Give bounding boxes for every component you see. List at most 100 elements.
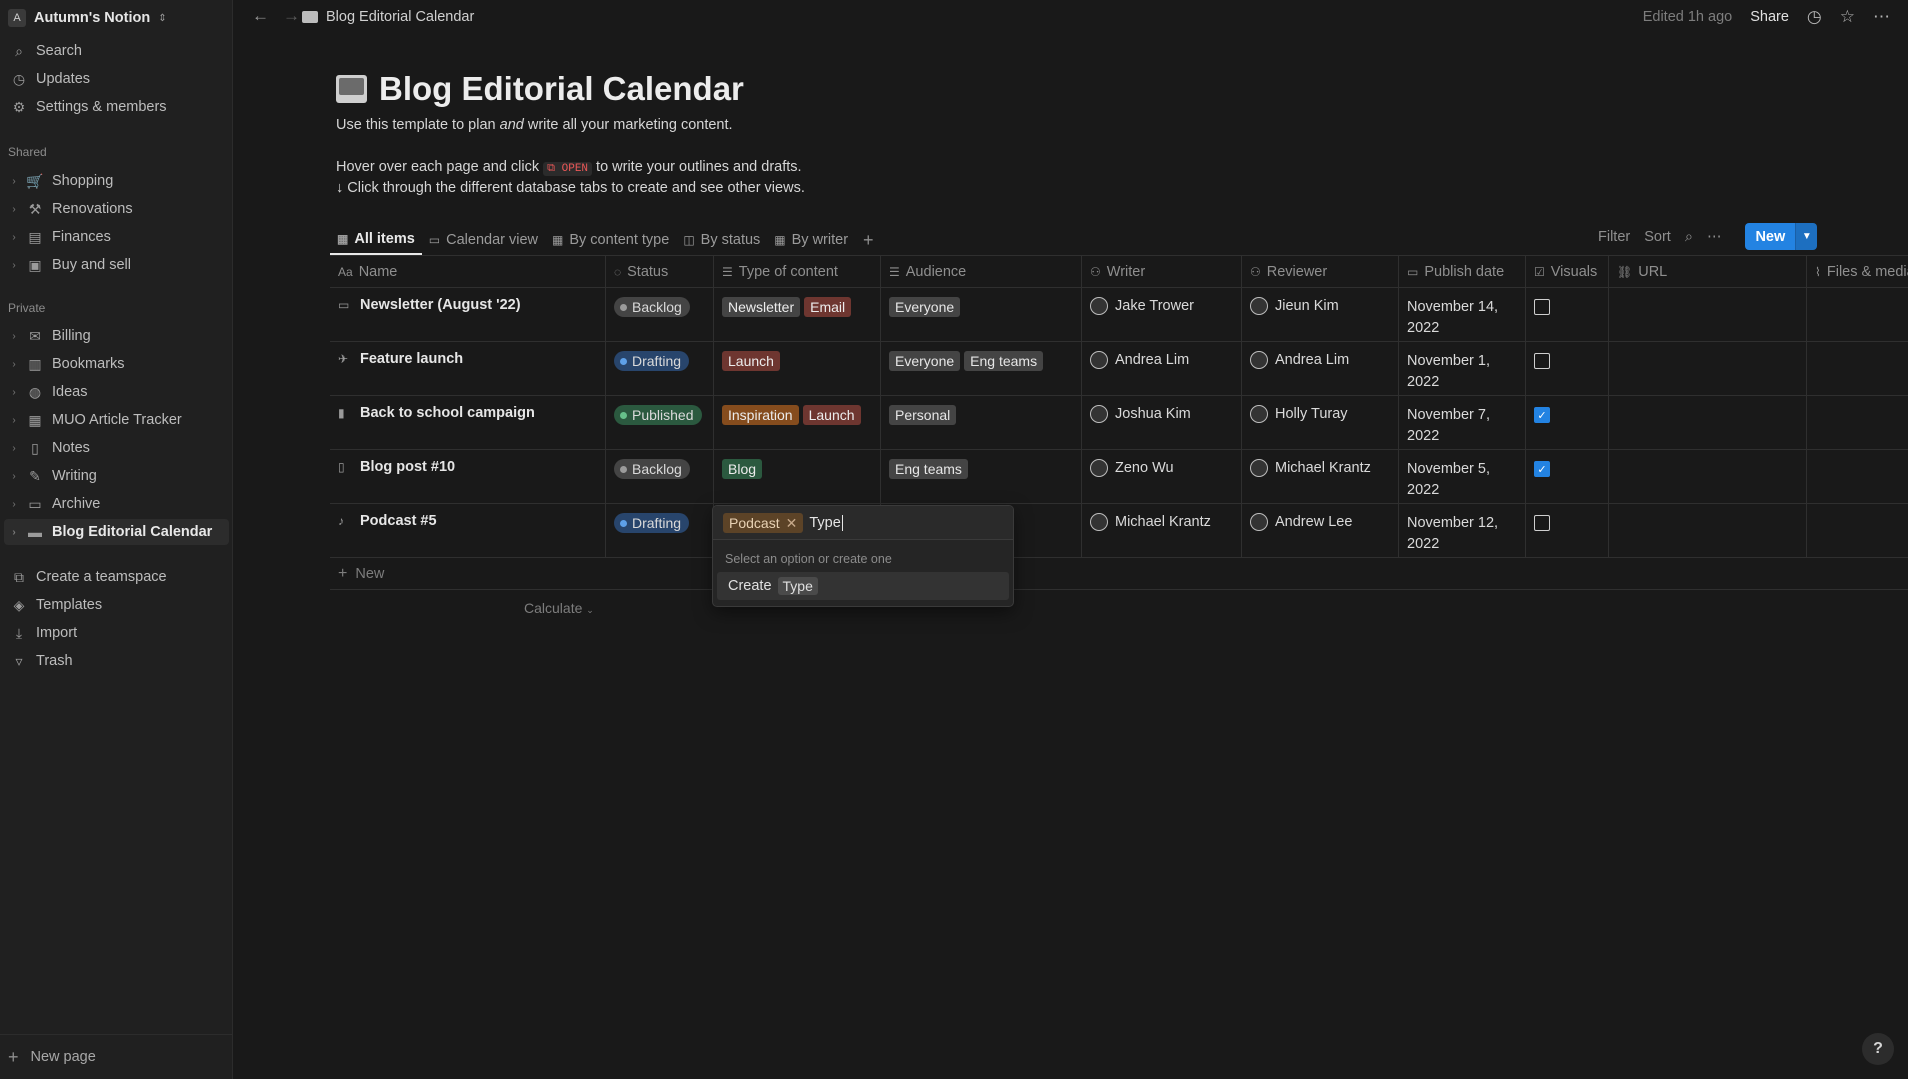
sidebar-item-ideas[interactable]: › ◍ Ideas — [0, 379, 233, 405]
table-row[interactable]: ✈ Feature launch Drafting Launch Everyone Eng… — [330, 342, 1908, 396]
publish-date-cell[interactable]: November 12, 2022 — [1399, 504, 1526, 558]
reviewer-cell[interactable]: Andrew Lee — [1242, 504, 1399, 558]
type-of-content-cell[interactable]: Blog — [714, 450, 881, 504]
chevron-right-icon[interactable]: › — [10, 359, 18, 370]
column-header-url[interactable]: ⛓ URL — [1609, 256, 1807, 288]
help-button[interactable]: ? — [1862, 1033, 1894, 1065]
back-arrow-icon[interactable]: ← — [252, 6, 269, 26]
chevron-right-icon[interactable]: › — [10, 527, 18, 538]
create-option[interactable]: Create Type — [717, 572, 1009, 600]
row-title[interactable]: Newsletter (August '22) — [360, 297, 521, 342]
name-cell[interactable]: ▯ Blog post #10 — [330, 450, 606, 504]
table-row[interactable]: ▭ Newsletter (August '22) Backlog Newslette… — [330, 288, 1908, 342]
url-cell[interactable] — [1609, 450, 1807, 504]
sidebar-item-blog-editorial-calendar[interactable]: › ▬ Blog Editorial Calendar — [4, 519, 229, 545]
chevron-right-icon[interactable]: › — [10, 204, 18, 215]
add-view-icon[interactable]: + — [855, 230, 882, 251]
sidebar-item-updates[interactable]: ◷ Updates — [0, 66, 233, 92]
tab-by-writer[interactable]: ▦ By writer — [767, 225, 855, 255]
sidebar-item-trash[interactable]: ▿ Trash — [0, 648, 233, 674]
chevron-right-icon[interactable]: › — [10, 415, 18, 426]
row-title[interactable]: Back to school campaign — [360, 405, 535, 450]
search-icon[interactable]: ⌕ — [1685, 229, 1693, 245]
row-title[interactable]: Feature launch — [360, 351, 463, 396]
chevron-right-icon[interactable]: › — [10, 176, 18, 187]
audience-cell[interactable]: Everyone Eng teams — [881, 342, 1082, 396]
files-cell[interactable] — [1807, 342, 1908, 396]
column-header-files-media[interactable]: ⌇ Files & media — [1807, 256, 1908, 288]
row-title[interactable]: Blog post #10 — [360, 459, 455, 504]
type-of-content-cell[interactable]: Launch — [714, 342, 881, 396]
publish-date-cell[interactable]: November 1, 2022 — [1399, 342, 1526, 396]
page-title-text[interactable]: Blog Editorial Calendar — [379, 70, 744, 108]
tab-calendar-view[interactable]: ▭ Calendar view — [422, 225, 545, 255]
url-cell[interactable] — [1609, 396, 1807, 450]
filter-button[interactable]: Filter — [1598, 229, 1630, 245]
url-cell[interactable] — [1609, 342, 1807, 396]
sidebar-item-templates[interactable]: ◈ Templates — [0, 592, 233, 618]
name-cell[interactable]: ▭ Newsletter (August '22) — [330, 288, 606, 342]
select-search-input[interactable]: Type — [809, 515, 840, 531]
sidebar-item-writing[interactable]: › ✎ Writing — [0, 463, 233, 489]
audience-cell[interactable]: Eng teams — [881, 450, 1082, 504]
type-of-content-cell[interactable]: Inspiration Launch — [714, 396, 881, 450]
chevron-right-icon[interactable]: › — [10, 260, 18, 271]
tab-by-status[interactable]: ◫ By status — [676, 225, 767, 255]
files-cell[interactable] — [1807, 504, 1908, 558]
column-header-name[interactable]: Aa Name — [330, 256, 606, 288]
writer-cell[interactable]: Joshua Kim — [1082, 396, 1242, 450]
more-icon[interactable]: ⋯ — [1873, 7, 1890, 27]
reviewer-cell[interactable]: Michael Krantz — [1242, 450, 1399, 504]
chevron-right-icon[interactable]: › — [10, 499, 18, 510]
chevron-right-icon[interactable]: › — [10, 443, 18, 454]
new-page-button[interactable]: + New page — [0, 1034, 233, 1079]
status-cell[interactable]: Published — [606, 396, 714, 450]
sort-button[interactable]: Sort — [1644, 229, 1671, 245]
breadcrumb[interactable]: Blog Editorial Calendar — [302, 9, 474, 25]
sidebar-item-notes[interactable]: › ▯ Notes — [0, 435, 233, 461]
files-cell[interactable] — [1807, 450, 1908, 504]
column-header-status[interactable]: ◌ Status — [606, 256, 714, 288]
column-header-writer[interactable]: ⚇ Writer — [1082, 256, 1242, 288]
audience-cell[interactable]: Personal — [881, 396, 1082, 450]
sidebar-item-settings-members[interactable]: ⚙ Settings & members — [0, 94, 233, 120]
table-row[interactable]: ♪ Podcast #5 Drafting Michael Krantz Andrew … — [330, 504, 1908, 558]
visuals-checkbox[interactable] — [1534, 299, 1550, 315]
chevron-right-icon[interactable]: › — [10, 331, 18, 342]
sidebar-item-finances[interactable]: › ▤ Finances — [0, 224, 233, 250]
writer-cell[interactable]: Zeno Wu — [1082, 450, 1242, 504]
publish-date-cell[interactable]: November 14, 2022 — [1399, 288, 1526, 342]
chevron-right-icon[interactable]: › — [10, 471, 18, 482]
select-input-row[interactable]: Podcast ✕ Type — [713, 506, 1013, 540]
history-icon[interactable]: ◷ — [1807, 7, 1822, 27]
visuals-checkbox[interactable] — [1534, 515, 1550, 531]
writer-cell[interactable]: Andrea Lim — [1082, 342, 1242, 396]
name-cell[interactable]: ♪ Podcast #5 — [330, 504, 606, 558]
status-cell[interactable]: Drafting — [606, 504, 714, 558]
row-title[interactable]: Podcast #5 — [360, 513, 437, 558]
star-icon[interactable]: ☆ — [1840, 7, 1855, 27]
audience-cell[interactable]: Everyone — [881, 288, 1082, 342]
sidebar-item-create-a-teamspace[interactable]: ⧉ Create a teamspace — [0, 564, 233, 590]
visuals-checkbox[interactable] — [1534, 353, 1550, 369]
table-row[interactable]: ▮ Back to school campaign Published Inspira… — [330, 396, 1908, 450]
sidebar-item-buy-and-sell[interactable]: › ▣ Buy and sell — [0, 252, 233, 278]
sidebar-item-billing[interactable]: › ✉ Billing — [0, 323, 233, 349]
chevron-right-icon[interactable]: › — [10, 387, 18, 398]
chevron-right-icon[interactable]: › — [10, 232, 18, 243]
name-cell[interactable]: ▮ Back to school campaign — [330, 396, 606, 450]
reviewer-cell[interactable]: Jieun Kim — [1242, 288, 1399, 342]
visuals-checkbox[interactable]: ✓ — [1534, 461, 1550, 477]
new-button[interactable]: New — [1745, 223, 1796, 250]
status-cell[interactable]: Backlog — [606, 450, 714, 504]
more-icon[interactable]: ⋯ — [1707, 229, 1722, 245]
visuals-checkbox[interactable]: ✓ — [1534, 407, 1550, 423]
status-cell[interactable]: Backlog — [606, 288, 714, 342]
sidebar-item-renovations[interactable]: › ⚒ Renovations — [0, 196, 233, 222]
sidebar-item-bookmarks[interactable]: › ▥ Bookmarks — [0, 351, 233, 377]
share-button[interactable]: Share — [1750, 9, 1789, 25]
status-cell[interactable]: Drafting — [606, 342, 714, 396]
column-header-audience[interactable]: ☰ Audience — [881, 256, 1082, 288]
column-header-visuals[interactable]: ☑ Visuals — [1526, 256, 1609, 288]
calculate-button[interactable]: Calculate ⌄ — [524, 600, 594, 616]
